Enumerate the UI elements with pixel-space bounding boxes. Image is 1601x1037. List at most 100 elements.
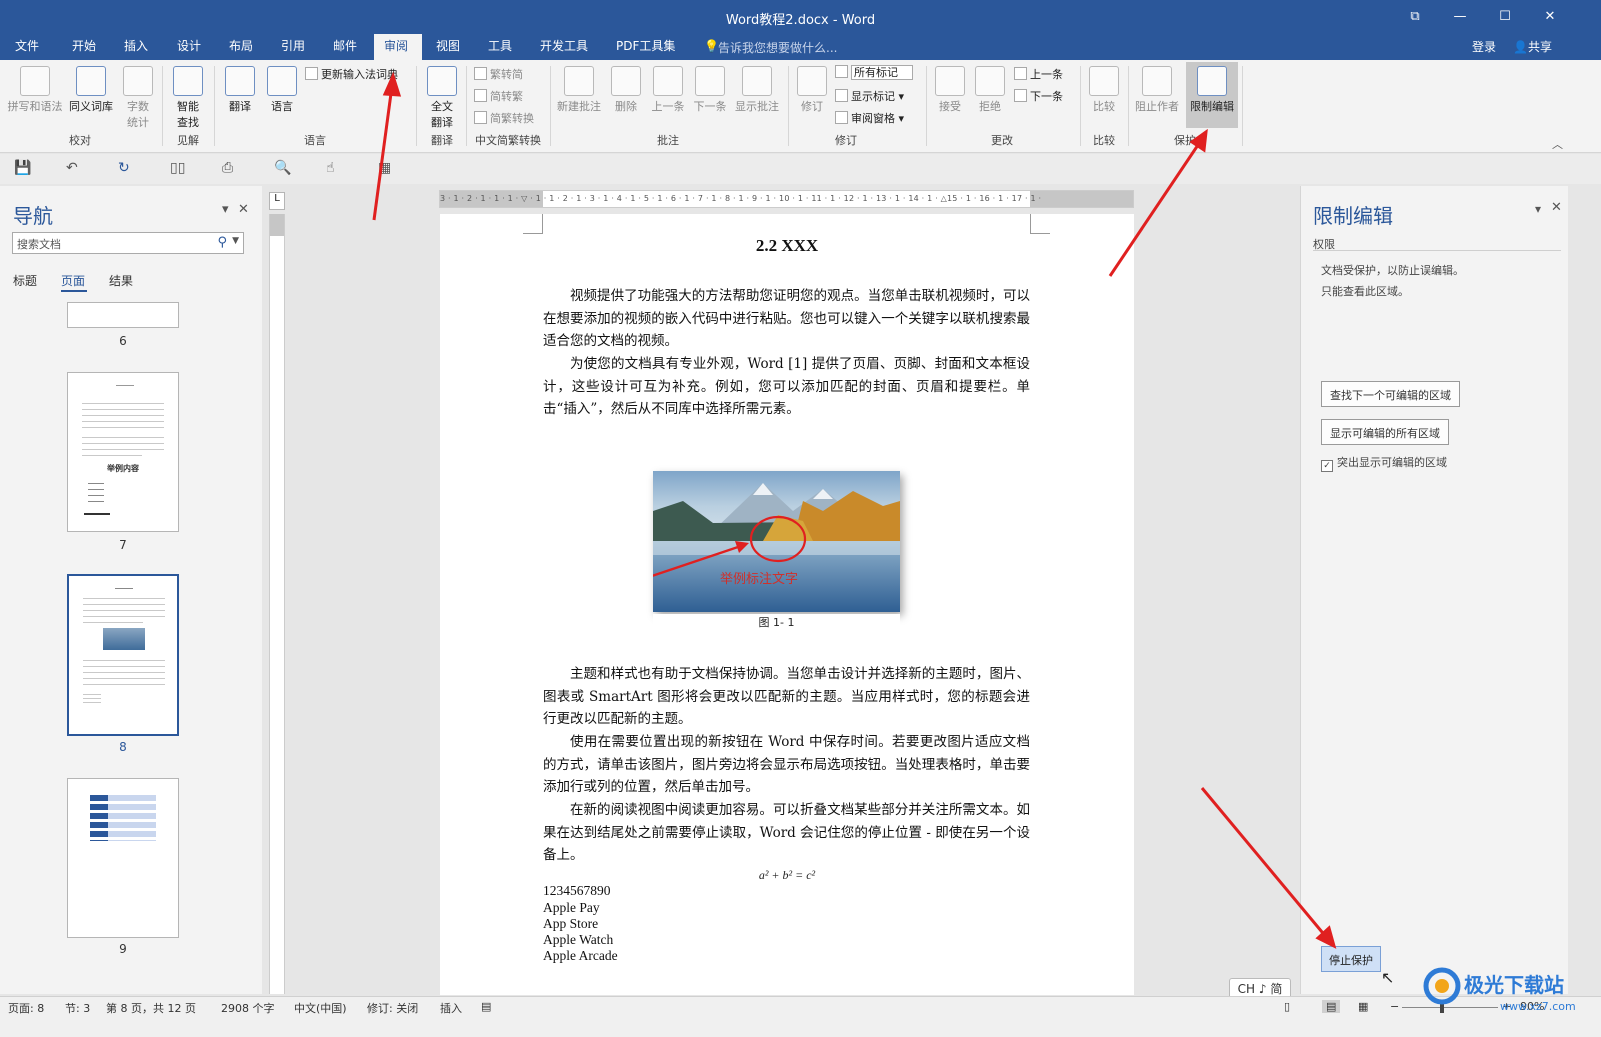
status-section[interactable]: 节: 3 [65, 1000, 90, 1016]
smart-label-1: 智能 [177, 100, 199, 113]
page-thumbnail-7[interactable]: 举例内容 [67, 372, 179, 532]
review-pane-button[interactable]: 审阅窗格 ▾ [835, 110, 904, 126]
login-button[interactable]: 登录 [1472, 38, 1496, 55]
tab-insert[interactable]: 插入 [114, 34, 158, 60]
page-thumbnail-6[interactable] [67, 302, 179, 328]
word-count-label-1: 字数 [127, 100, 149, 113]
nav-tab-pages[interactable]: 页面 [61, 272, 85, 289]
pane-close-icon[interactable]: ✕ [1551, 200, 1562, 215]
nav-close-icon[interactable]: ✕ [238, 202, 249, 217]
tab-design[interactable]: 设计 [167, 34, 211, 60]
trad-to-simp-button[interactable]: 繁转简 [474, 66, 523, 82]
landscape-image[interactable]: 举例标注文字 [653, 471, 900, 612]
nav-tab-results[interactable]: 结果 [109, 272, 133, 289]
tab-review[interactable]: 审阅 [374, 34, 422, 60]
search-dropdown-icon[interactable]: ▼ [232, 236, 239, 246]
document-page[interactable]: 2.2 XXX 视频提供了功能强大的方法帮助您证明您的观点。当您单击联机视频时，… [440, 214, 1134, 995]
paragraph-3: 主题和样式也有助于文档保持协调。当您单击设计并选择新的主题时，图片、图表或 Sm… [543, 666, 1030, 727]
status-insert-mode[interactable]: 插入 [440, 1000, 462, 1016]
prev-change-button[interactable]: 上一条 [1014, 66, 1063, 82]
update-ime-dictionary-button[interactable]: 更新输入法词典 [305, 66, 398, 82]
restrict-editing-button[interactable]: 限制编辑 [1186, 62, 1238, 128]
next-change-button[interactable]: 下一条 [1014, 88, 1063, 104]
tab-selector[interactable]: L [269, 192, 285, 210]
show-all-regions-button[interactable]: 显示可编辑的所有区域 [1321, 419, 1449, 445]
customize-icon[interactable]: ▦ [378, 160, 391, 176]
status-track-changes[interactable]: 修订: 关闭 [367, 1000, 418, 1016]
touch-mode-icon[interactable]: ☝ [326, 160, 335, 176]
new-comment-button[interactable]: 新建批注 [554, 66, 604, 114]
tab-home[interactable]: 开始 [62, 34, 106, 60]
search-icon[interactable]: ⚲ [217, 235, 227, 250]
zoom-out-button[interactable]: − [1390, 1000, 1399, 1013]
accept-button[interactable]: 接受 [932, 66, 968, 114]
status-word-count[interactable]: 2908 个字 [221, 1000, 275, 1016]
nav-options-icon[interactable]: ▾ [222, 202, 229, 217]
collapse-ribbon-icon[interactable]: ︿ [1552, 136, 1563, 152]
show-comments-button[interactable]: 显示批注 [732, 66, 782, 114]
tab-view[interactable]: 视图 [426, 34, 470, 60]
spelling-grammar-button[interactable]: 拼写和语法 [4, 66, 66, 114]
macro-icon[interactable]: ▤ [481, 1000, 491, 1013]
ribbon-display-button[interactable]: ⧉ [1395, 6, 1435, 28]
status-page[interactable]: 页面: 8 [8, 1000, 44, 1016]
tab-references[interactable]: 引用 [271, 34, 315, 60]
preview-icon[interactable]: 🔍 [274, 160, 291, 176]
page-thumbnail-8[interactable] [67, 574, 179, 736]
status-page-of[interactable]: 第 8 页，共 12 页 [106, 1000, 196, 1016]
status-language[interactable]: 中文(中国) [294, 1000, 347, 1016]
show-markup-button[interactable]: 显示标记 ▾ [835, 88, 904, 104]
tab-layout[interactable]: 布局 [219, 34, 263, 60]
figure-caption: 图 1- 1 [653, 614, 900, 632]
page-thumbnail-9[interactable] [67, 778, 179, 938]
simp-to-trad-button[interactable]: 简转繁 [474, 88, 523, 104]
nav-search-input[interactable]: 搜索文档 ⚲ ▼ [12, 232, 244, 254]
tab-pdf-tools[interactable]: PDF工具集 [606, 34, 685, 60]
compare-button[interactable]: 比较 [1086, 66, 1122, 114]
undo-icon[interactable]: ↶ [66, 160, 78, 176]
tab-mailings[interactable]: 邮件 [323, 34, 367, 60]
all-markup-select[interactable]: 所有标记 [835, 64, 913, 80]
maximize-button[interactable]: ☐ [1485, 6, 1525, 28]
checkbox-check-icon[interactable]: ✓ [1321, 460, 1333, 472]
reject-button[interactable]: 拒绝 [972, 66, 1008, 114]
horizontal-ruler[interactable]: 3 · 1 · 2 · 1 · 1 · 1 · ▽ · 1 · 1 · 2 · … [439, 190, 1134, 208]
word-count-button[interactable]: 字数 统计 [118, 66, 158, 130]
read-mode-icon[interactable]: ▯ [1284, 1000, 1290, 1013]
highlight-regions-checkbox[interactable]: ✓ 突出显示可编辑的区域 [1321, 454, 1447, 472]
full-translate-button[interactable]: 全文 翻译 [422, 66, 462, 130]
thesaurus-button[interactable]: 同义词库 [66, 66, 116, 114]
redo-icon[interactable]: ↻ [118, 160, 130, 176]
page-number-7: 7 [119, 538, 127, 552]
web-layout-icon[interactable]: ▦ [1358, 1000, 1368, 1013]
convert-icon [474, 111, 487, 124]
language-icon [267, 66, 297, 96]
block-authors-label: 阻止作者 [1135, 100, 1179, 113]
share-button[interactable]: 👤共享 [1513, 38, 1552, 55]
print-layout-icon[interactable]: ▤ [1322, 1000, 1341, 1013]
nav-tab-headings[interactable]: 标题 [13, 272, 37, 289]
language-button[interactable]: 语言 [262, 66, 302, 114]
tab-file[interactable]: 文件 [5, 34, 49, 60]
chinese-convert-button[interactable]: 简繁转换 [474, 110, 534, 126]
tab-developer[interactable]: 开发工具 [530, 34, 598, 60]
tell-me-input[interactable]: 告诉我您想要做什么... [718, 39, 837, 56]
minimize-button[interactable]: — [1440, 6, 1480, 28]
delete-comment-button[interactable]: 删除 [606, 66, 646, 114]
prev-comment-button[interactable]: 上一条 [648, 66, 688, 114]
translate-button[interactable]: 翻译 [220, 66, 260, 114]
save-icon[interactable]: 💾 [14, 160, 31, 176]
print-icon[interactable]: ⎙ [222, 160, 233, 176]
stop-protection-button[interactable]: 停止保护 [1321, 946, 1381, 972]
pane-options-icon[interactable]: ▾ [1535, 202, 1541, 216]
tab-tools[interactable]: 工具 [478, 34, 522, 60]
block-authors-button[interactable]: 阻止作者 [1132, 66, 1182, 114]
reject-label: 拒绝 [979, 100, 1001, 113]
smart-lookup-button[interactable]: 智能 查找 [168, 66, 208, 130]
close-button[interactable]: ✕ [1530, 6, 1570, 28]
next-comment-button[interactable]: 下一条 [690, 66, 730, 114]
find-next-region-button[interactable]: 查找下一个可编辑的区域 [1321, 381, 1460, 407]
two-pages-icon[interactable]: ▯▯ [170, 160, 185, 176]
show-comments-label: 显示批注 [735, 100, 779, 113]
track-changes-button[interactable]: 修订 [794, 66, 830, 114]
